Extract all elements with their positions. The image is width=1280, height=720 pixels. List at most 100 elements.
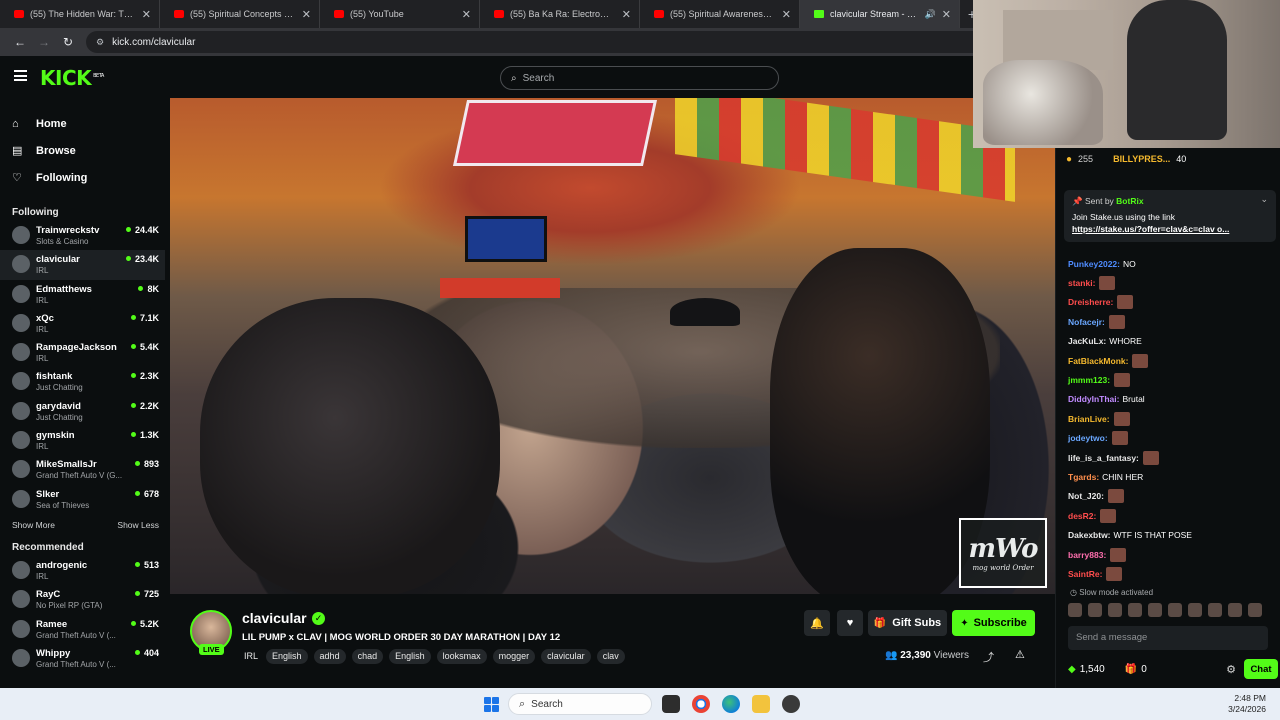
sidebar-channel[interactable]: fishtank Just Chatting 2.3K: [0, 367, 165, 396]
taskbar-clock[interactable]: 2:48 PM 3/24/2026: [1228, 693, 1266, 715]
close-icon[interactable]: ✕: [782, 8, 791, 21]
sidebar-channel[interactable]: Trainwreckstv Slots & Casino 24.4K: [0, 221, 165, 250]
chat-username[interactable]: JacKuLx:: [1068, 336, 1106, 346]
subscribe-button[interactable]: ✦ Subscribe: [952, 610, 1035, 636]
category-link[interactable]: IRL: [242, 649, 260, 664]
emote-button[interactable]: [1248, 603, 1262, 617]
notification-bell-button[interactable]: 🔔: [804, 610, 830, 636]
emote-button[interactable]: [1088, 603, 1102, 617]
reload-icon[interactable]: ↻: [56, 35, 80, 49]
stream-info: LIVE clavicular ✓ LIL PUMP x CLAV | MOG …: [170, 594, 1055, 688]
site-info-icon[interactable]: ⚙: [96, 37, 104, 48]
emote-button[interactable]: [1148, 603, 1162, 617]
taskbar-search[interactable]: ⌕ Search: [508, 693, 652, 715]
tag[interactable]: adhd: [313, 649, 346, 664]
sidebar-channel[interactable]: Edmatthews IRL 8K: [0, 280, 165, 309]
nav-following[interactable]: ♡ Following: [0, 164, 165, 191]
collapse-icon[interactable]: ⌄: [1260, 194, 1268, 205]
windows-start-icon[interactable]: [484, 697, 499, 712]
sidebar-channel[interactable]: Whippy Grand Theft Auto V (... 404: [0, 644, 165, 673]
close-icon[interactable]: ✕: [942, 8, 951, 21]
chrome-icon[interactable]: [692, 695, 710, 713]
chat-username[interactable]: stanki:: [1068, 278, 1095, 288]
close-icon[interactable]: ✕: [462, 8, 471, 21]
nav-browse[interactable]: ▤ Browse: [0, 137, 165, 164]
emote-button[interactable]: [1168, 603, 1182, 617]
browser-tab[interactable]: (55) YouTube ✕: [320, 0, 480, 28]
chat-message-input[interactable]: Send a message: [1068, 626, 1268, 650]
streamer-name[interactable]: clavicular: [242, 610, 307, 626]
speaker-icon[interactable]: 🔊: [925, 9, 936, 20]
search-input[interactable]: ⌕ Search: [500, 66, 779, 90]
browser-tab[interactable]: (55) The Hidden War: The Loos✕: [0, 0, 160, 28]
tag[interactable]: chad: [351, 649, 384, 664]
sidebar-channel[interactable]: Slker Sea of Thieves 678: [0, 485, 165, 514]
sidebar-channel[interactable]: RampageJackson IRL 5.4K: [0, 338, 165, 367]
menu-icon[interactable]: [14, 70, 27, 81]
url-field[interactable]: ⚙ kick.com/clavicular: [86, 31, 986, 53]
tag[interactable]: mogger: [492, 649, 536, 664]
chat-username[interactable]: jmmm123:: [1068, 375, 1110, 385]
emote-button[interactable]: [1208, 603, 1222, 617]
emote-button[interactable]: [1188, 603, 1202, 617]
close-icon[interactable]: ✕: [142, 8, 151, 21]
close-icon[interactable]: ✕: [622, 8, 631, 21]
chat-username[interactable]: FatBlackMonk:: [1068, 356, 1128, 366]
taskview-icon[interactable]: [662, 695, 680, 713]
report-icon[interactable]: ⚠: [1015, 648, 1025, 661]
chat-username[interactable]: barry883:: [1068, 550, 1106, 560]
tag[interactable]: English: [266, 649, 308, 664]
tag[interactable]: looksmax: [436, 649, 487, 664]
chat-username[interactable]: Nofacejr:: [1068, 317, 1105, 327]
chat-username[interactable]: SaintRe:: [1068, 569, 1102, 579]
emote-button[interactable]: [1068, 603, 1082, 617]
sidebar-channel[interactable]: MikeSmallsJr Grand Theft Auto V (G... 893: [0, 455, 165, 484]
sidebar-channel[interactable]: xQc IRL 7.1K: [0, 309, 165, 338]
chat-username[interactable]: desR2:: [1068, 511, 1096, 521]
show-more-link[interactable]: Show More: [12, 520, 55, 530]
sidebar-channel[interactable]: RayC No Pixel RP (GTA) 725: [0, 585, 165, 614]
pinned-link[interactable]: https://stake.us/?offer=clav&c=clav o...: [1072, 224, 1268, 234]
emote-button[interactable]: [1108, 603, 1122, 617]
chat-send-button[interactable]: Chat: [1244, 659, 1278, 679]
chat-username[interactable]: life_is_a_fantasy:: [1068, 453, 1139, 463]
chat-username[interactable]: jodeytwo:: [1068, 433, 1108, 443]
video-scene: [452, 100, 658, 166]
chat-username[interactable]: Punkey2022:: [1068, 259, 1120, 269]
chat-username[interactable]: DiddyInThai:: [1068, 394, 1119, 404]
tag[interactable]: clavicular: [541, 649, 591, 664]
file-explorer-icon[interactable]: [752, 695, 770, 713]
kick-logo[interactable]: KICK BETA: [40, 66, 104, 90]
tag[interactable]: English: [389, 649, 431, 664]
chat-username[interactable]: Dreisherre:: [1068, 297, 1113, 307]
show-less-link[interactable]: Show Less: [117, 520, 159, 530]
browser-tab[interactable]: (55) Ba Ka Ra: Electromagnetic✕: [480, 0, 640, 28]
sidebar-channel[interactable]: garydavid Just Chatting 2.2K: [0, 397, 165, 426]
gear-icon[interactable]: ⚙: [1226, 663, 1236, 676]
nav-home[interactable]: ⌂ Home: [0, 110, 165, 137]
sidebar-channel[interactable]: Ramee Grand Theft Auto V (... 5.2K: [0, 615, 165, 644]
follow-button[interactable]: ♥: [837, 610, 863, 636]
chat-username[interactable]: BrianLive:: [1068, 414, 1110, 424]
sidebar-channel[interactable]: clavicular IRL 23.4K: [0, 250, 165, 280]
sidebar-channel[interactable]: gymskin IRL 1.3K: [0, 426, 165, 455]
gift-subs-button[interactable]: 🎁 Gift Subs: [868, 610, 947, 636]
chat-username[interactable]: Dakexbtw:: [1068, 530, 1111, 540]
back-icon[interactable]: ←: [8, 35, 32, 49]
forward-icon[interactable]: →: [32, 35, 56, 49]
tag[interactable]: clav: [596, 649, 625, 664]
app-icon[interactable]: [782, 695, 800, 713]
sidebar-channel[interactable]: androgenic IRL 513: [0, 556, 165, 585]
chat-username[interactable]: Not_J20:: [1068, 491, 1104, 501]
emote-button[interactable]: [1128, 603, 1142, 617]
emote-image: [1132, 353, 1149, 368]
edge-icon[interactable]: [722, 695, 740, 713]
browser-tab-active[interactable]: clavicular Stream - Watch Li🔊✕: [800, 0, 960, 28]
browser-tab[interactable]: (55) Spiritual Awareness Will Ru✕: [640, 0, 800, 28]
browser-tab[interactable]: (55) Spiritual Concepts Everyone✕: [160, 0, 320, 28]
close-icon[interactable]: ✕: [302, 8, 311, 21]
share-icon[interactable]: ⤴: [983, 649, 994, 665]
video-player[interactable]: mWo mog world Order: [170, 98, 1055, 594]
chat-username[interactable]: Tgards:: [1068, 472, 1099, 482]
emote-button[interactable]: [1228, 603, 1242, 617]
